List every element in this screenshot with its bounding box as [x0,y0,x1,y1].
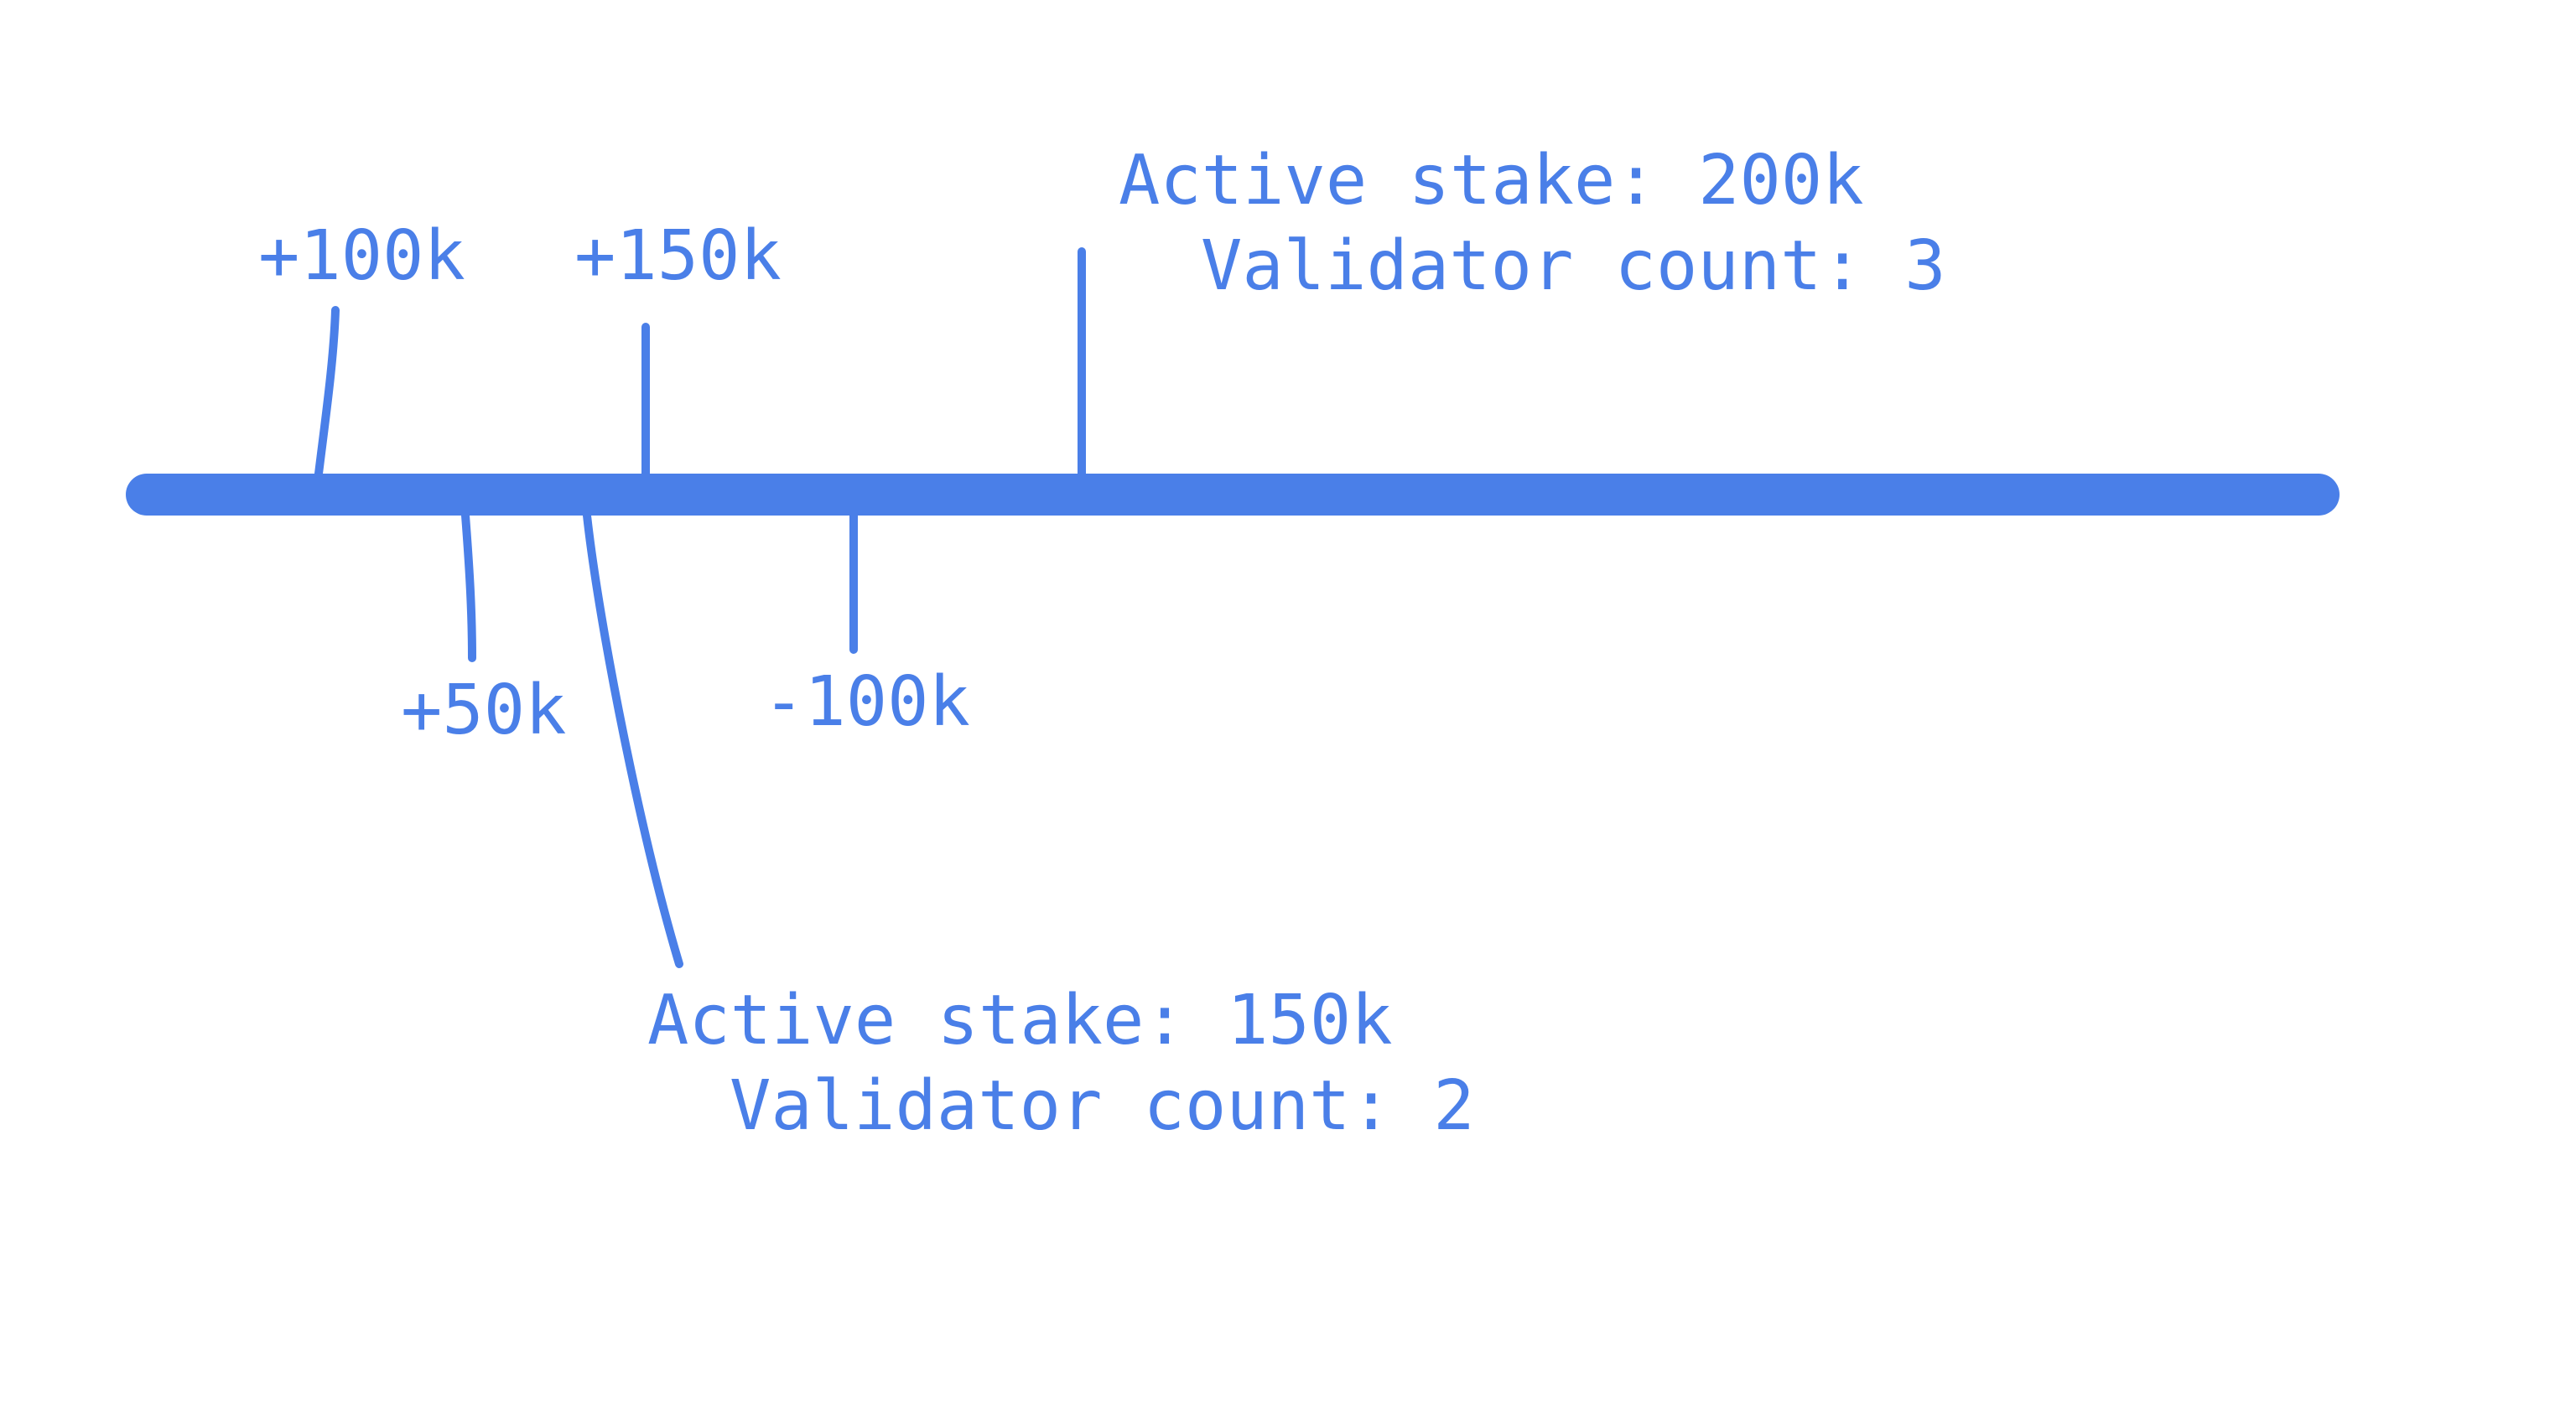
label-event-4: -100k [763,662,970,742]
label-info-3-stake: Active stake: 200k [1119,141,1864,220]
tick-event-1 [319,310,335,474]
timeline-bar [126,474,2340,516]
label-info-3-count: Validator count: 3 [1201,226,1946,306]
label-info-4-stake: Active stake: 150k [647,981,1393,1060]
tick-event-3 [465,516,472,658]
label-event-3: +50k [401,671,566,750]
label-event-1: +100k [258,216,465,296]
label-info-4-count: Validator count: 2 [730,1066,1475,1146]
tick-info-4 [587,516,679,964]
label-event-2: +150k [574,216,782,296]
timeline-diagram: +100k +150k Active stake: 200k Validator… [0,0,2576,1420]
